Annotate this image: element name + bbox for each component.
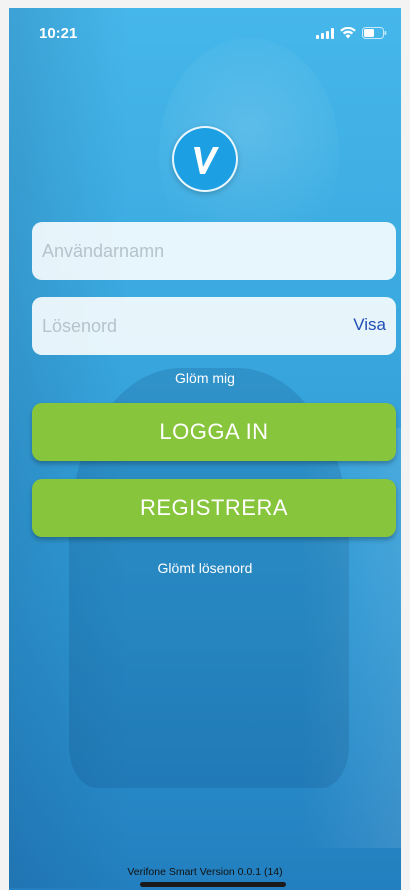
password-input[interactable] [32, 297, 396, 355]
username-input[interactable] [32, 222, 396, 280]
show-password-toggle[interactable]: Visa [353, 315, 386, 335]
home-indicator[interactable] [140, 882, 286, 887]
register-button[interactable]: REGISTRERA [32, 479, 396, 537]
forget-me-link[interactable]: Glöm mig [9, 370, 401, 386]
verifone-logo-icon [172, 126, 238, 192]
status-bar: 10:21 [9, 8, 401, 52]
forgot-password-link[interactable]: Glömt lösenord [9, 560, 401, 576]
version-label: Verifone Smart Version 0.0.1 (14) [127, 866, 283, 878]
status-icons [316, 27, 387, 39]
app-screen: 10:21 Användarnamn Visa Glöm mig LOGGA I… [9, 8, 401, 890]
password-field[interactable]: Visa [32, 297, 396, 355]
login-button[interactable]: LOGGA IN [32, 403, 396, 461]
battery-icon [362, 27, 387, 39]
wifi-icon [340, 27, 356, 39]
status-time: 10:21 [39, 25, 78, 42]
signal-icon [316, 27, 334, 39]
username-field[interactable] [32, 222, 396, 280]
